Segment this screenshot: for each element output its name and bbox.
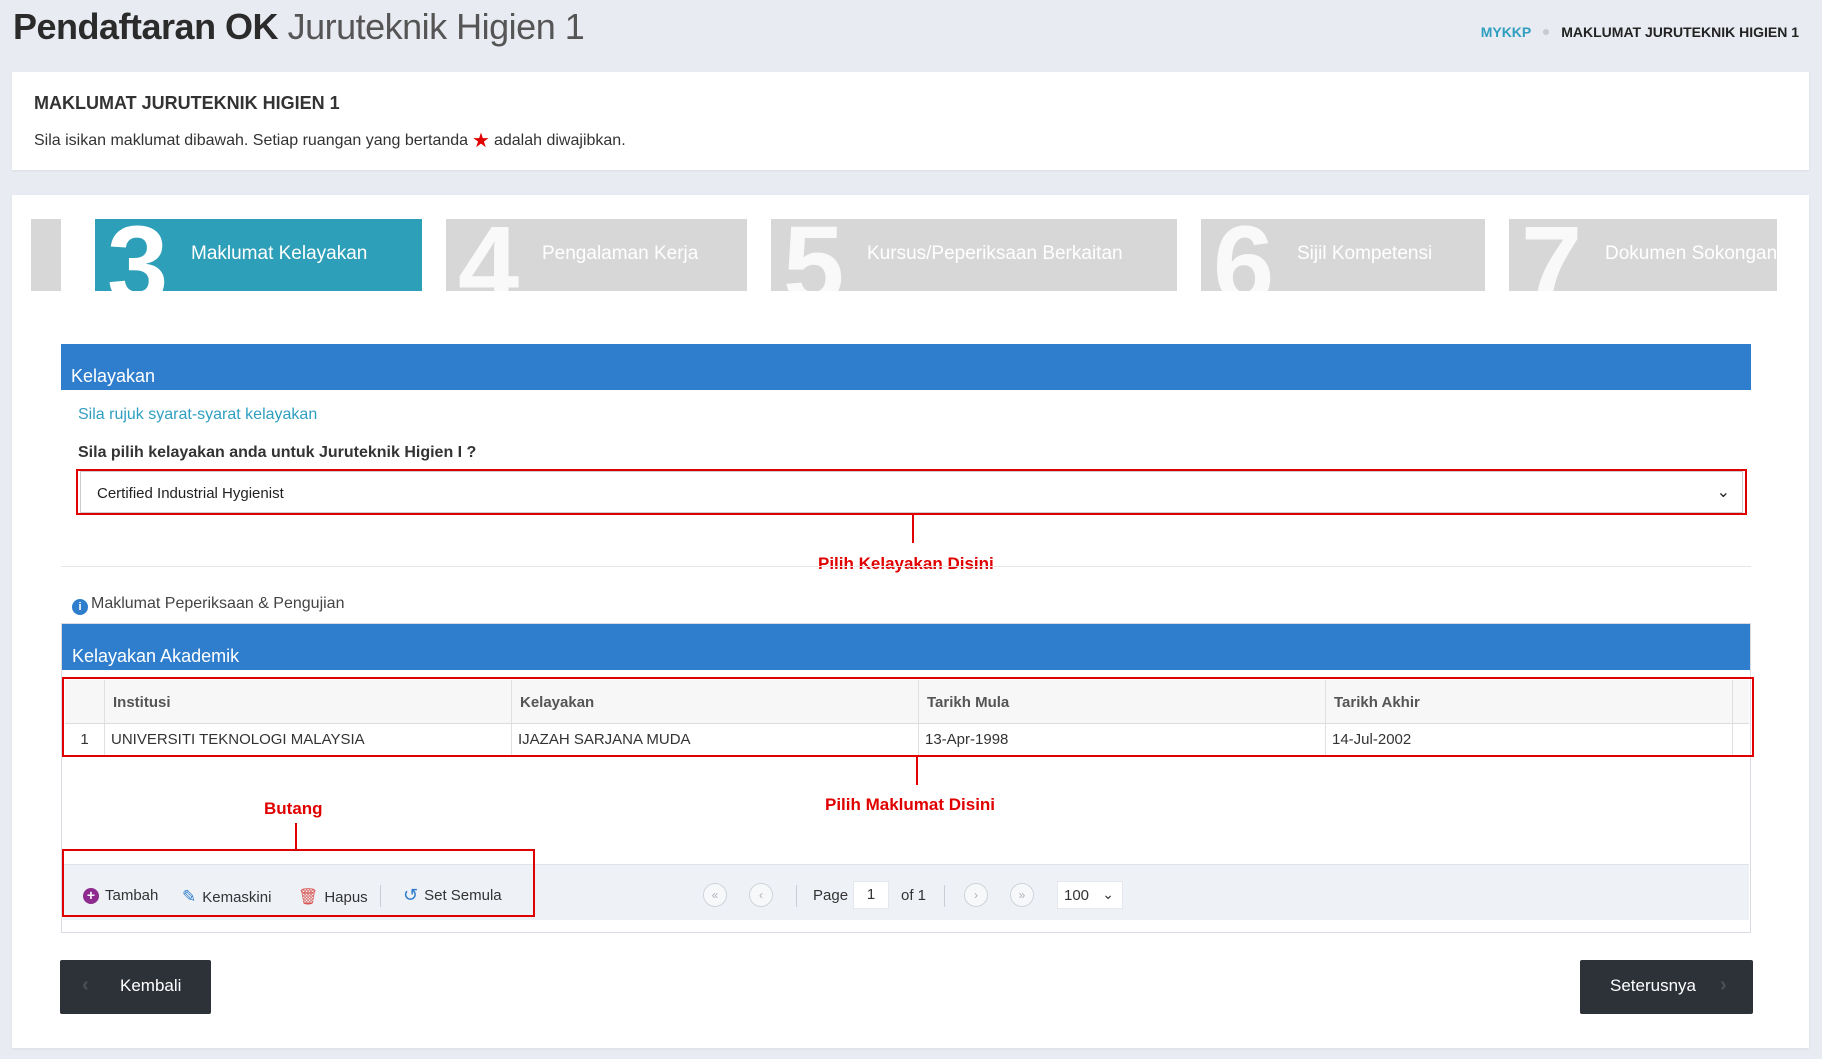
annotation-grid-label: Pilih Maklumat Disini (825, 795, 996, 814)
page-title: Pendaftaran OK Juruteknik Higien 1 (13, 6, 585, 48)
step-4-pengalaman-kerja[interactable]: 4 Pengalaman Kerja (446, 219, 747, 291)
page-title-bold: Pendaftaran OK (13, 6, 279, 47)
breadcrumb: MYKKP MAKLUMAT JURUTEKNIK HIGIEN 1 (1481, 24, 1799, 40)
chevron-right-icon: › (1720, 974, 1727, 996)
step-label: Dokumen Sokongan (1605, 243, 1777, 264)
annotation-grid-line (916, 757, 918, 785)
page-count: of 1 (901, 887, 927, 904)
page-size-select[interactable]: 100 ⌄ (1057, 881, 1123, 909)
breadcrumb-separator (1543, 29, 1550, 35)
info-card: MAKLUMAT JURUTEKNIK HIGIEN 1 Sila isikan… (12, 72, 1809, 170)
step-number: 3 (107, 219, 169, 291)
last-page-button[interactable]: » (1010, 883, 1034, 907)
info-card-text: Sila isikan maklumat dibawah. Setiap rua… (34, 128, 626, 153)
step-3-maklumat-kelayakan[interactable]: 3 Maklumat Kelayakan (95, 219, 422, 291)
next-button-label: Seterusnya (1610, 976, 1696, 995)
info-icon: i (72, 599, 88, 615)
step-number: 6 (1213, 219, 1275, 291)
annotation-buttons-label: Butang (264, 799, 323, 818)
step-previous-partial[interactable] (31, 219, 61, 291)
next-page-button[interactable]: › (964, 883, 988, 907)
step-label: Kursus/Peperiksaan Berkaitan (867, 243, 1123, 264)
page-number-input[interactable]: 1 (853, 881, 889, 909)
step-label: Pengalaman Kerja (542, 243, 699, 264)
section-divider (61, 566, 1751, 567)
annotation-buttons-line (295, 823, 297, 849)
info-text-after: adalah diwajibkan. (493, 132, 626, 149)
back-button[interactable]: ‹ Kembali (60, 960, 211, 1014)
page-size-value: 100 (1064, 887, 1090, 904)
annotation-select-label: Pilih Kelayakan Disini (818, 554, 994, 573)
step-number: 7 (1521, 219, 1583, 291)
step-label: Sijil Kompetensi (1297, 243, 1433, 264)
breadcrumb-current: MAKLUMAT JURUTEKNIK HIGIEN 1 (1561, 24, 1799, 40)
back-button-label: Kembali (120, 976, 182, 995)
step-7-dokumen-sokongan[interactable]: 7 Dokumen Sokongan (1509, 219, 1777, 291)
syarat-kelayakan-link[interactable]: Sila rujuk syarat-syarat kelayakan (78, 406, 317, 424)
annotation-buttons-box (62, 849, 535, 917)
annotation-grid-box (62, 677, 1754, 757)
step-6-sijil-kompetensi[interactable]: 6 Sijil Kompetensi (1201, 219, 1485, 291)
step-label: Maklumat Kelayakan (191, 243, 368, 264)
first-page-button[interactable]: « (703, 883, 727, 907)
info-text-before: Sila isikan maklumat dibawah. Setiap rua… (34, 132, 469, 149)
prev-page-button[interactable]: ‹ (749, 883, 773, 907)
page-header: Pendaftaran OK Juruteknik Higien 1 MYKKP… (0, 0, 1822, 70)
page-label: Page (813, 887, 849, 904)
pager-separator (796, 885, 797, 907)
step-number: 4 (458, 219, 520, 291)
step-number: 5 (783, 219, 845, 291)
academic-section-header: Kelayakan Akademik (62, 624, 1750, 670)
exam-info-title: i Maklumat Peperiksaan & Pengujian (72, 595, 344, 615)
chevron-left-icon: ‹ (82, 974, 89, 996)
pager-separator (944, 885, 945, 907)
main-card: 3 Maklumat Kelayakan 4 Pengalaman Kerja … (12, 195, 1809, 1048)
step-5-kursus-peperiksaan[interactable]: 5 Kursus/Peperiksaan Berkaitan (771, 219, 1177, 291)
page-title-light: Juruteknik Higien 1 (287, 6, 585, 47)
info-card-heading: MAKLUMAT JURUTEKNIK HIGIEN 1 (34, 93, 340, 113)
annotation-select-line (912, 515, 914, 543)
breadcrumb-home-link[interactable]: MYKKP (1481, 24, 1532, 40)
kelayakan-section-header: Kelayakan (61, 344, 1751, 390)
annotation-select-box (76, 469, 1747, 515)
exam-info-label: Maklumat Peperiksaan & Pengujian (91, 595, 345, 612)
chevron-down-icon: ⌄ (1102, 886, 1114, 902)
next-button[interactable]: Seterusnya › (1580, 960, 1753, 1014)
required-star-icon: ★ (472, 130, 490, 152)
kelayakan-question: Sila pilih kelayakan anda untuk Jurutekn… (78, 444, 477, 461)
